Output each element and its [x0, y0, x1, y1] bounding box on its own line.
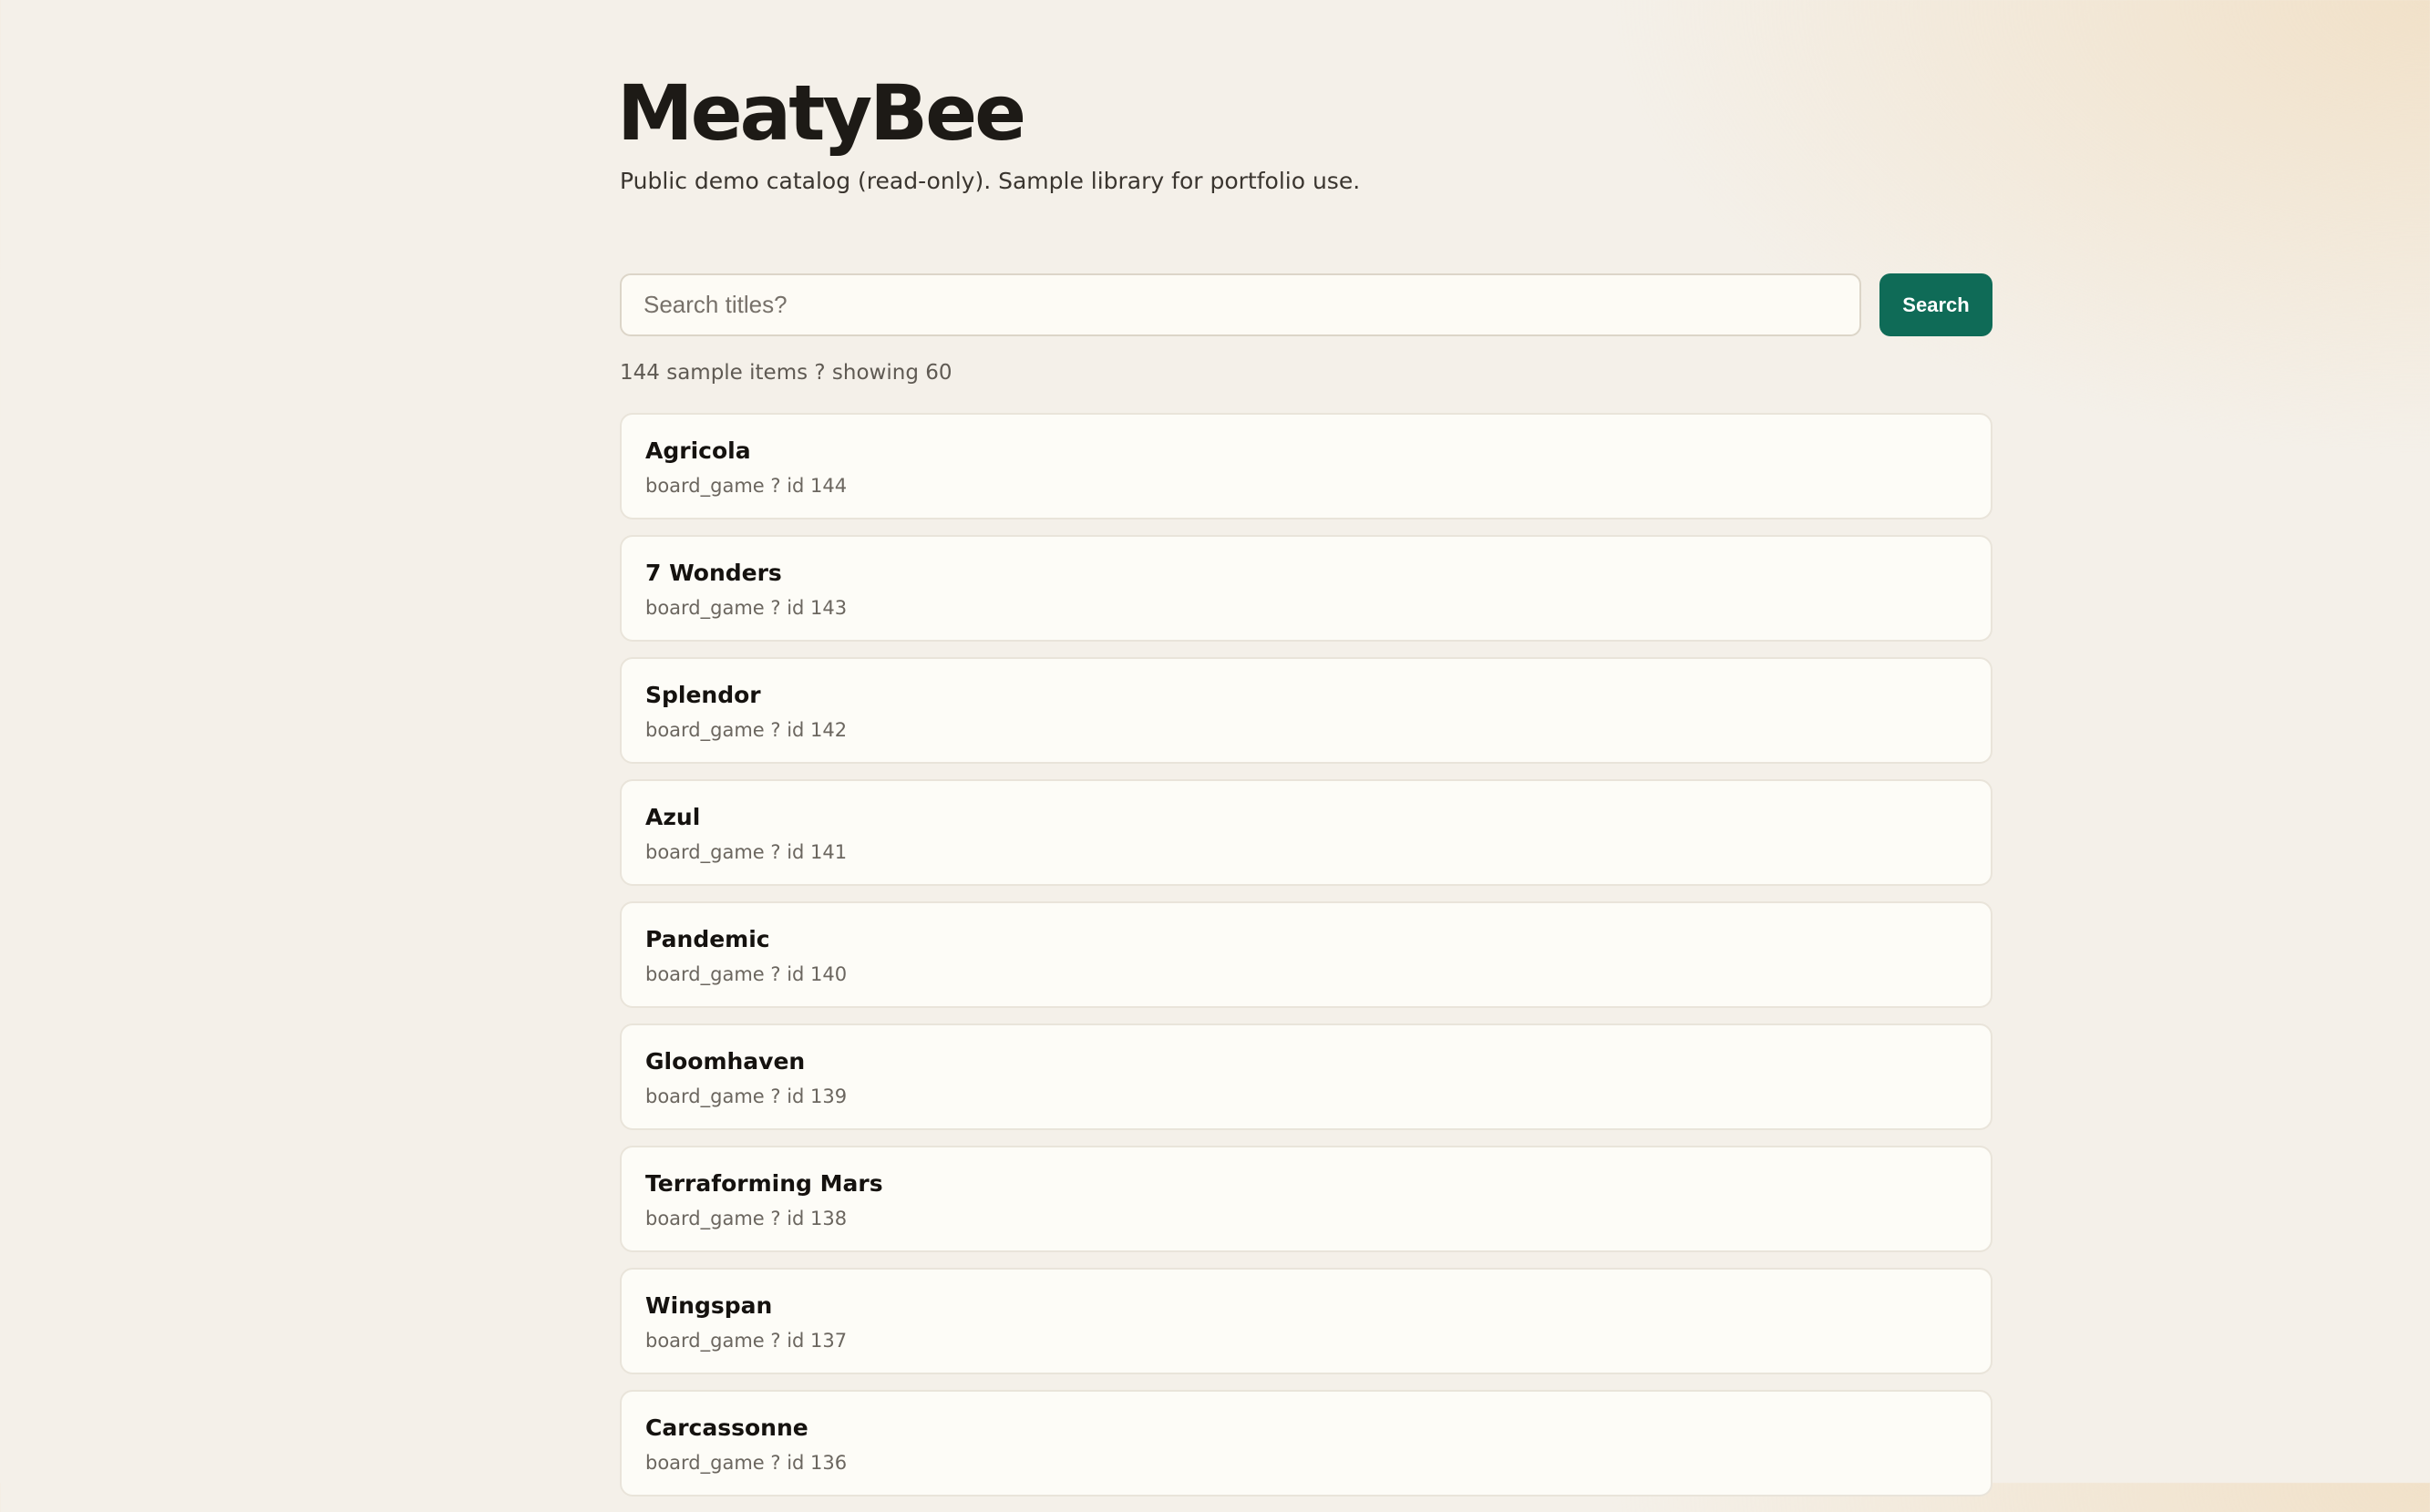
catalog-item[interactable]: 7 Wonders board_game ? id 143 [620, 535, 1992, 642]
catalog-item[interactable]: Agricola board_game ? id 144 [620, 413, 1992, 519]
catalog-item-title: 7 Wonders [645, 560, 782, 586]
search-input[interactable] [620, 273, 1861, 336]
catalog-item[interactable]: Gloomhaven board_game ? id 139 [620, 1023, 1992, 1130]
catalog-item[interactable]: Splendor board_game ? id 142 [620, 657, 1992, 764]
catalog-item-meta: board_game ? id 138 [645, 1208, 848, 1229]
catalog-item-meta: board_game ? id 144 [645, 475, 848, 497]
page-title: MeatyBee [617, 68, 1026, 158]
catalog-item[interactable]: Pandemic board_game ? id 140 [620, 901, 1992, 1008]
catalog-item-title: Gloomhaven [645, 1048, 806, 1075]
catalog-item[interactable]: Terraforming Mars board_game ? id 138 [620, 1146, 1992, 1252]
catalog-item-meta: board_game ? id 141 [645, 841, 848, 863]
catalog-item-meta: board_game ? id 142 [645, 719, 848, 741]
catalog-item-title: Pandemic [645, 926, 770, 952]
catalog-item-title: Splendor [645, 682, 761, 708]
catalog-item-title: Wingspan [645, 1292, 773, 1319]
catalog-item[interactable]: Carcassonne board_game ? id 136 [620, 1390, 1992, 1497]
catalog-item[interactable]: Azul board_game ? id 141 [620, 779, 1992, 886]
catalog-item[interactable]: Wingspan board_game ? id 137 [620, 1268, 1992, 1374]
catalog-item-title: Terraforming Mars [645, 1170, 883, 1197]
result-count: 144 sample items ? showing 60 [620, 361, 952, 385]
catalog-list: Agricola board_game ? id 144 7 Wonders b… [620, 413, 1992, 1512]
page-subtitle: Public demo catalog (read-only). Sample … [620, 168, 1361, 194]
catalog-item-meta: board_game ? id 136 [645, 1452, 848, 1474]
catalog-item-meta: board_game ? id 140 [645, 963, 848, 985]
catalog-item-meta: board_game ? id 139 [645, 1085, 848, 1107]
search-button[interactable]: Search [1879, 273, 1992, 336]
catalog-item-meta: board_game ? id 143 [645, 597, 848, 619]
catalog-item-title: Azul [645, 804, 701, 830]
catalog-item-title: Carcassonne [645, 1414, 808, 1441]
catalog-item-meta: board_game ? id 137 [645, 1330, 848, 1352]
search-form: Search [620, 273, 1992, 336]
catalog-item-title: Agricola [645, 437, 751, 464]
